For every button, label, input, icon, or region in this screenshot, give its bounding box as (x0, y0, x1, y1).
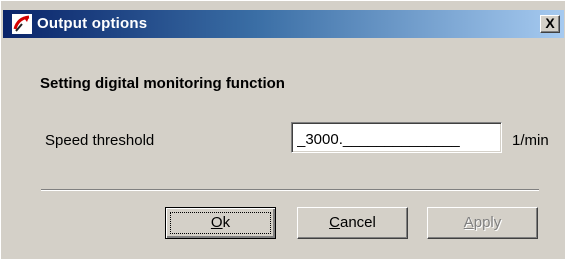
apply-button[interactable]: Apply (427, 207, 538, 239)
cancel-mnemonic: C (329, 214, 340, 231)
unit-label: 1/min (512, 132, 549, 149)
title-bar[interactable]: Output options X (3, 10, 564, 38)
separator (41, 189, 539, 191)
cancel-button[interactable]: Cancel (297, 207, 408, 239)
close-button[interactable]: X (540, 15, 560, 33)
output-options-dialog: Output options X Setting digital monitor… (0, 0, 565, 259)
section-heading: Setting digital monitoring function (40, 75, 285, 92)
speed-threshold-input[interactable] (291, 122, 502, 153)
cancel-label-rest: ancel (339, 214, 376, 231)
window-title: Output options (37, 15, 148, 32)
apply-mnemonic: A (463, 214, 474, 231)
close-icon: X (545, 15, 555, 31)
app-logo-icon (12, 14, 32, 34)
apply-label-rest: pply (473, 214, 502, 231)
ok-button[interactable]: Ok (165, 207, 276, 239)
focus-rectangle (170, 212, 271, 234)
speed-threshold-label: Speed threshold (45, 132, 155, 149)
